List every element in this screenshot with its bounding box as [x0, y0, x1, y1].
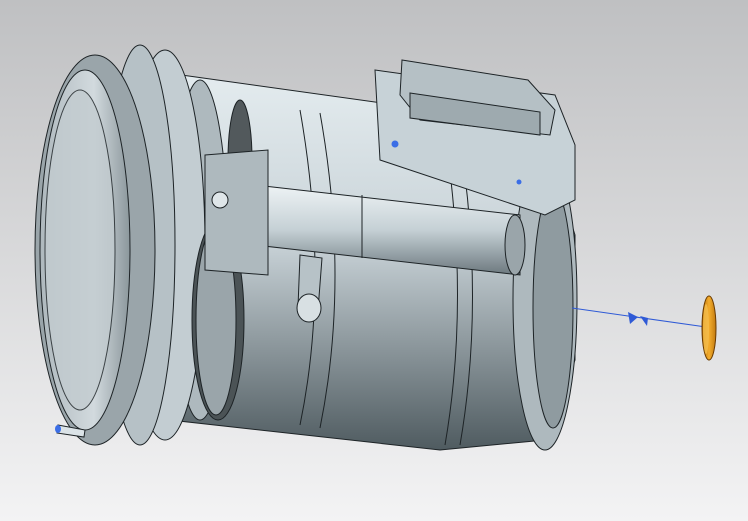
assembly-view[interactable] [0, 0, 748, 521]
adjustment-slot[interactable] [296, 254, 323, 323]
orange-part[interactable] [701, 295, 717, 361]
front-lens[interactable] [34, 54, 156, 446]
blue-marker-icon-2 [516, 179, 522, 185]
cad-viewport[interactable] [0, 0, 748, 521]
blue-marker-icon [391, 140, 399, 148]
gear-bracket[interactable] [204, 149, 269, 276]
